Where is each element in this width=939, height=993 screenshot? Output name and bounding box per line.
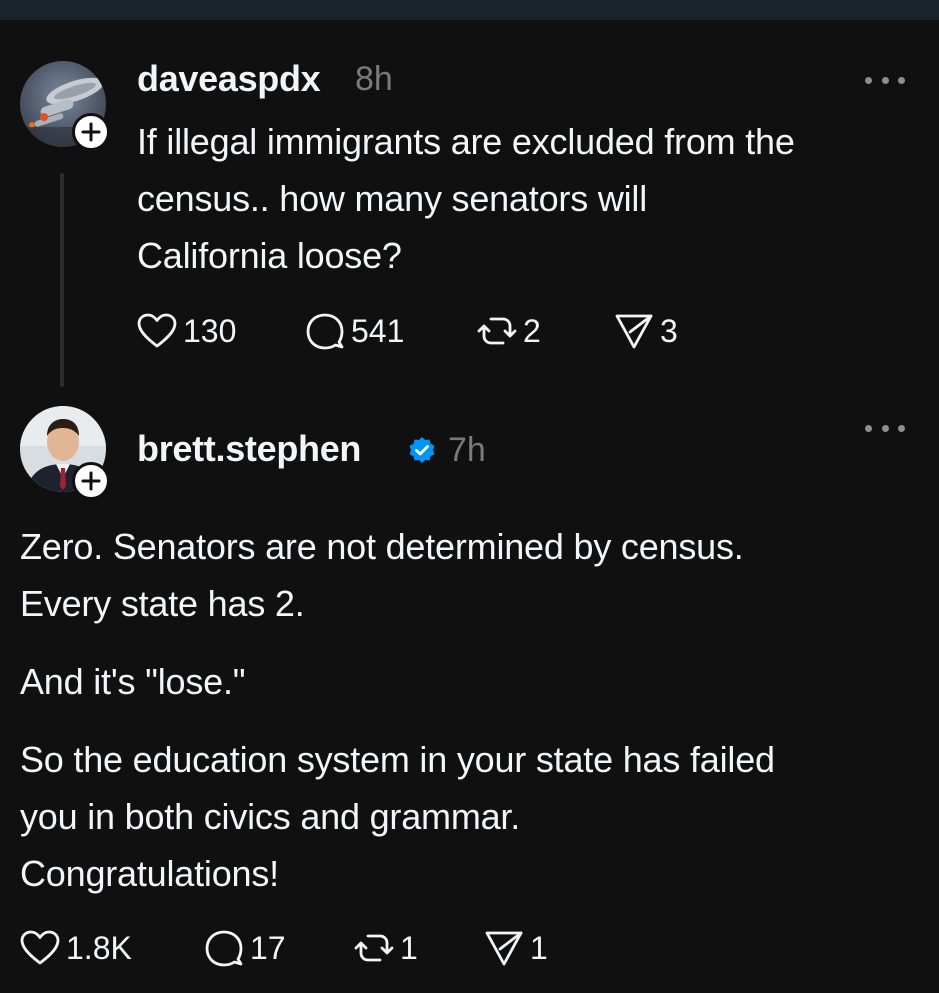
comment-icon: [306, 313, 344, 350]
follow-button-brett-stephen[interactable]: [72, 462, 110, 500]
reply-line: And it's "lose.": [20, 661, 246, 702]
like-button[interactable]: 1.8K: [20, 930, 204, 967]
like-count: 130: [183, 312, 237, 349]
reply-timestamp: 7h: [448, 431, 486, 469]
repost-button[interactable]: 2: [477, 312, 614, 350]
plus-icon: [81, 122, 101, 142]
status-bar: [0, 0, 939, 20]
post-timestamp: 8h: [355, 60, 393, 98]
repost-button[interactable]: 1: [354, 929, 484, 967]
post-username[interactable]: daveaspdx: [137, 58, 321, 100]
repost-icon: [477, 317, 517, 345]
reply-count: 541: [351, 312, 405, 349]
heart-icon: [137, 313, 177, 348]
more-icon: [865, 76, 872, 84]
post-actions: 130 541 2 3: [137, 311, 678, 351]
send-icon: [615, 314, 653, 349]
reply-line: So the education system in your state ha…: [20, 739, 775, 780]
thread-connector-line: [60, 173, 64, 387]
send-icon: [485, 931, 523, 966]
reply-body: Zero. Senators are not determined by cen…: [20, 518, 775, 902]
share-count: 3: [660, 312, 678, 349]
follow-button-daveaspdx[interactable]: [72, 113, 110, 151]
reply-line: Every state has 2.: [20, 583, 305, 624]
reply-button[interactable]: 17: [204, 929, 354, 967]
post-line: census.. how many senators will: [137, 178, 648, 219]
more-icon: [865, 424, 872, 432]
reply-line: you in both civics and grammar.: [20, 796, 521, 837]
like-count: 1.8K: [66, 929, 132, 966]
reply-username[interactable]: brett.stephen: [137, 428, 361, 470]
post-line: California loose?: [137, 235, 402, 276]
reply-actions: 1.8K 17 1 1: [20, 928, 548, 968]
reply-count: 17: [250, 929, 286, 966]
repost-icon: [354, 934, 394, 962]
comment-icon: [205, 930, 243, 967]
reply-button[interactable]: 541: [305, 312, 477, 350]
verified-badge-icon: [409, 437, 435, 463]
post-more-button[interactable]: [865, 73, 905, 87]
post-body: If illegal immigrants are excluded from …: [137, 113, 795, 284]
reply-line: Zero. Senators are not determined by cen…: [20, 526, 744, 567]
share-count: 1: [530, 929, 548, 966]
share-button[interactable]: 1: [484, 929, 548, 967]
repost-count: 1: [400, 929, 418, 966]
post-line: If illegal immigrants are excluded from …: [137, 121, 795, 162]
plus-icon: [81, 471, 101, 491]
reply-more-button[interactable]: [865, 421, 905, 435]
reply-line: Congratulations!: [20, 853, 279, 894]
like-button[interactable]: 130: [137, 313, 305, 350]
heart-icon: [20, 930, 60, 965]
share-button[interactable]: 3: [614, 312, 678, 350]
repost-count: 2: [523, 312, 541, 349]
